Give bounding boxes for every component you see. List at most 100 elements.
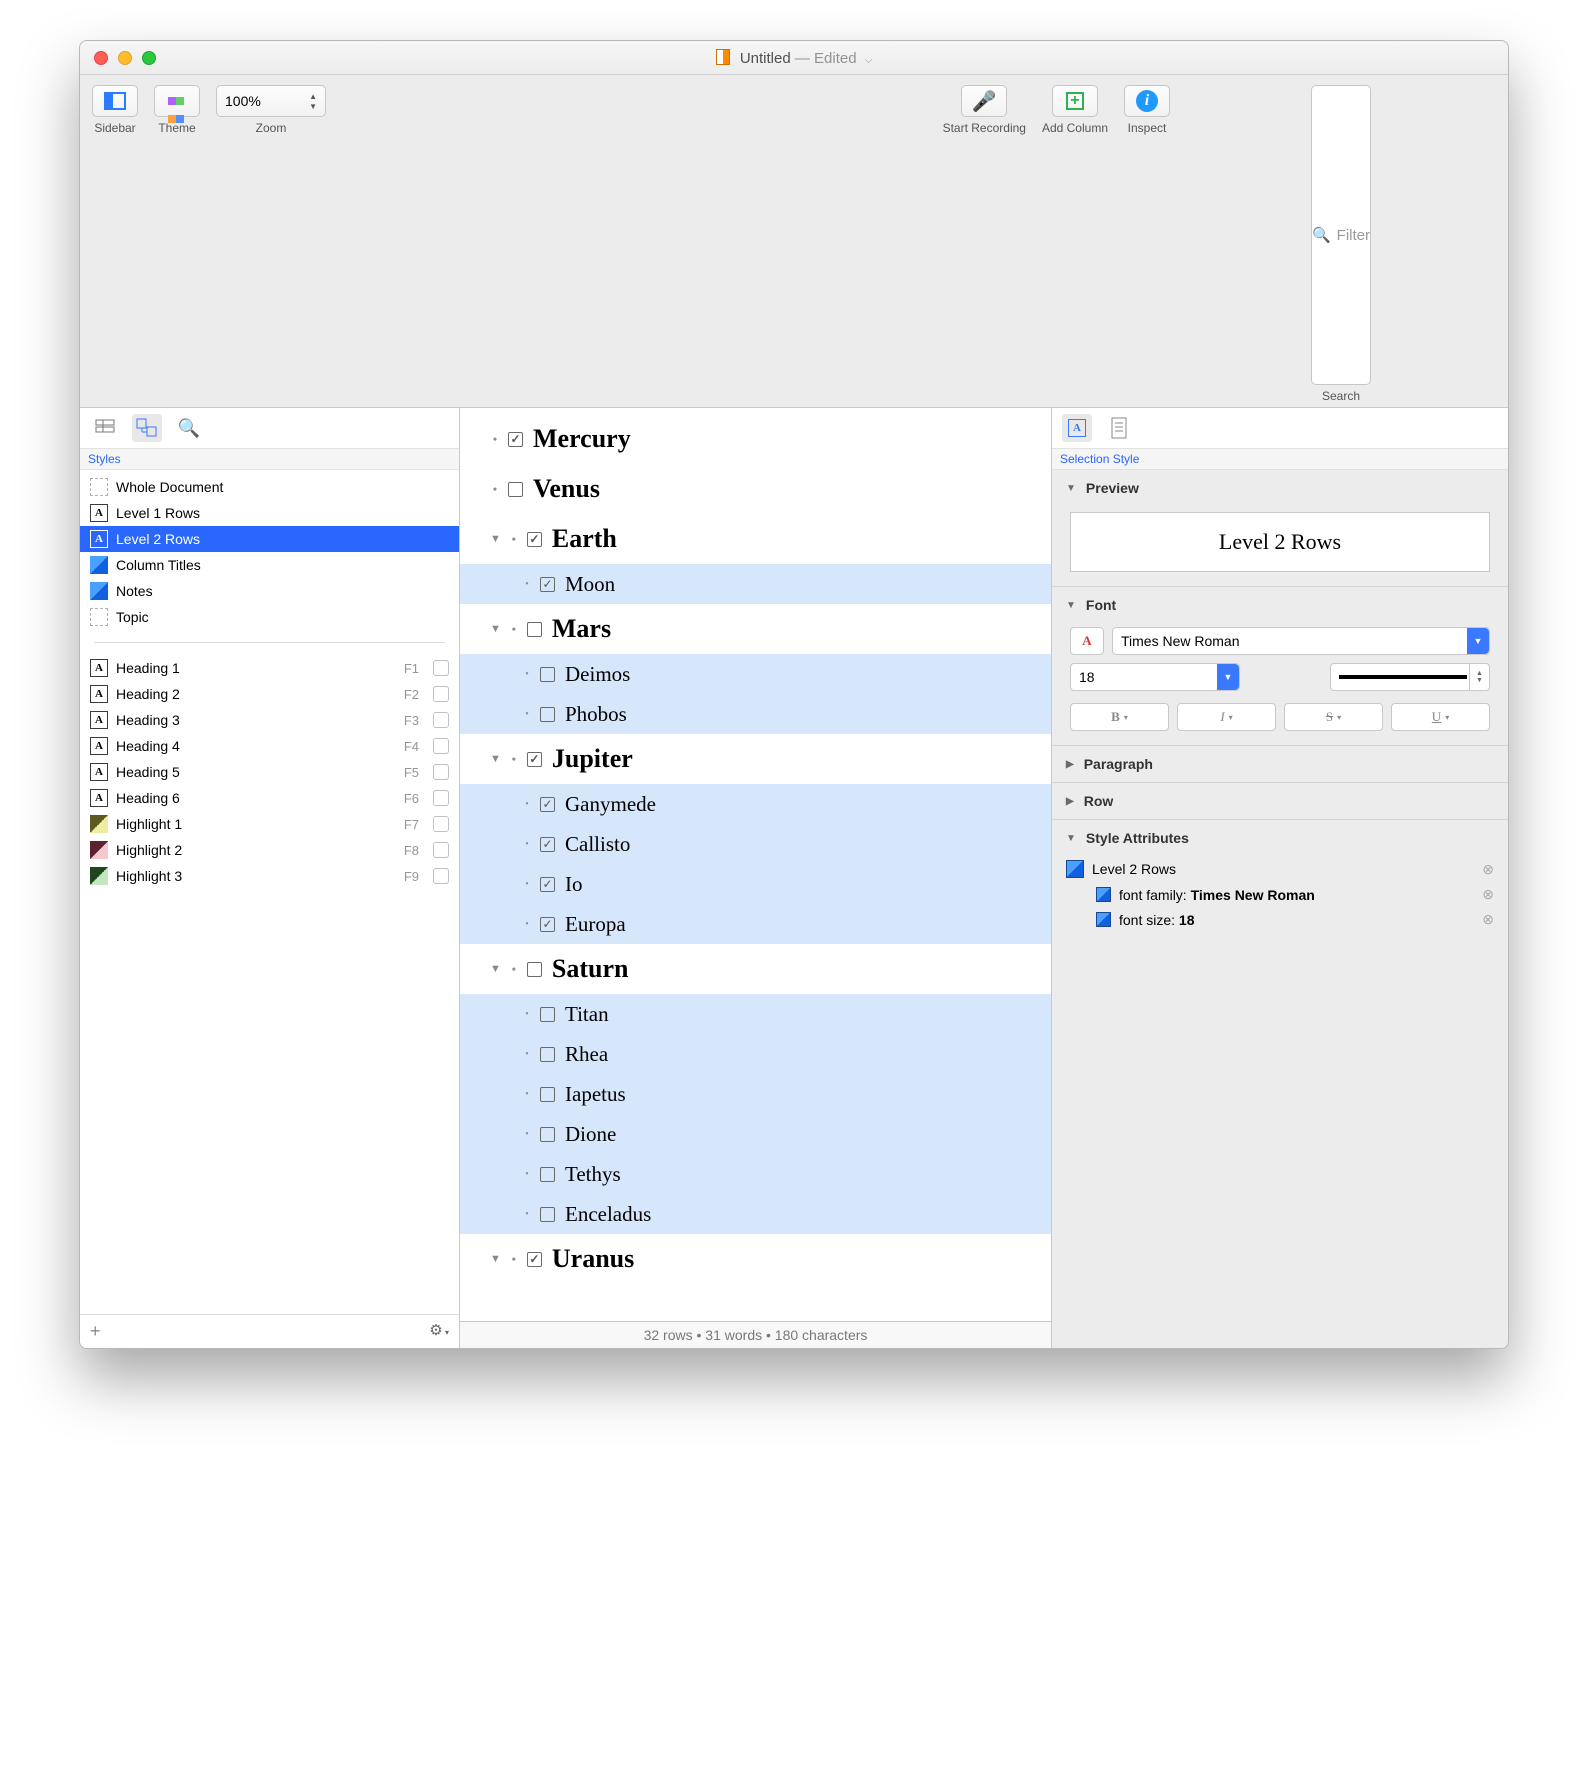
sidebar-toggle-button[interactable]: [92, 85, 138, 117]
outline-row[interactable]: • Phobos: [460, 694, 1051, 734]
remove-attr-icon[interactable]: ⊗: [1482, 886, 1494, 903]
row-handle-icon[interactable]: •: [522, 1169, 532, 1180]
row-handle-icon[interactable]: •: [490, 432, 500, 447]
status-checkbox[interactable]: [540, 1047, 555, 1062]
row-text[interactable]: Enceladus: [565, 1202, 651, 1227]
attribute-style-name[interactable]: Level 2 Rows ⊗: [1052, 856, 1508, 882]
status-checkbox[interactable]: [540, 837, 555, 852]
sidebar-tab-styles-icon[interactable]: [132, 414, 162, 442]
row-handle-icon[interactable]: •: [509, 532, 519, 547]
apply-checkbox[interactable]: [433, 868, 449, 884]
named-style-heading-5[interactable]: AHeading 5F5: [80, 759, 459, 785]
strikethrough-button[interactable]: S▾: [1284, 703, 1383, 731]
row-text[interactable]: Callisto: [565, 832, 630, 857]
named-style-heading-3[interactable]: AHeading 3F3: [80, 707, 459, 733]
style-row-column-titles[interactable]: Column Titles: [80, 552, 459, 578]
disclosure-triangle-icon[interactable]: ▼: [490, 1253, 501, 1265]
style-row-level-2-rows[interactable]: ALevel 2 Rows: [80, 526, 459, 552]
row-handle-icon[interactable]: •: [490, 482, 500, 497]
apply-checkbox[interactable]: [433, 712, 449, 728]
add-style-button[interactable]: +: [90, 1321, 101, 1342]
status-checkbox[interactable]: [540, 1207, 555, 1222]
outline-row[interactable]: ▼•Mars: [460, 604, 1051, 654]
status-checkbox[interactable]: [540, 1087, 555, 1102]
zoom-select[interactable]: 100% ▲▼: [216, 85, 326, 117]
status-checkbox[interactable]: [527, 962, 542, 977]
status-checkbox[interactable]: [540, 917, 555, 932]
status-checkbox[interactable]: [527, 532, 542, 547]
outline-row[interactable]: • Moon: [460, 564, 1051, 604]
row-text[interactable]: Mars: [552, 614, 611, 644]
apply-checkbox[interactable]: [433, 790, 449, 806]
font-family-select[interactable]: Times New Roman ▼: [1112, 627, 1490, 655]
row-handle-icon[interactable]: •: [522, 1209, 532, 1220]
style-row-notes[interactable]: Notes: [80, 578, 459, 604]
row-handle-icon[interactable]: •: [522, 669, 532, 680]
named-style-heading-2[interactable]: AHeading 2F2: [80, 681, 459, 707]
status-checkbox[interactable]: [540, 577, 555, 592]
search-field[interactable]: 🔍 Filter: [1311, 85, 1371, 385]
row-handle-icon[interactable]: •: [509, 752, 519, 767]
named-style-heading-6[interactable]: AHeading 6F6: [80, 785, 459, 811]
outline-row[interactable]: ▼ • Earth: [460, 514, 1051, 564]
inspector-tab-document[interactable]: [1104, 414, 1134, 442]
row-text[interactable]: Earth: [552, 524, 617, 554]
outline-row[interactable]: •Venus: [460, 464, 1051, 514]
text-color-select[interactable]: ▲▼: [1330, 663, 1490, 691]
status-checkbox[interactable]: [540, 1167, 555, 1182]
italic-button[interactable]: I▾: [1177, 703, 1276, 731]
row-handle-icon[interactable]: •: [522, 919, 532, 930]
status-checkbox[interactable]: [540, 667, 555, 682]
outline-row[interactable]: •Callisto: [460, 824, 1051, 864]
row-handle-icon[interactable]: •: [522, 1009, 532, 1020]
bold-button[interactable]: B▾: [1070, 703, 1169, 731]
disclosure-triangle-icon[interactable]: ▼: [490, 963, 501, 975]
disclosure-triangle-icon[interactable]: ▼: [490, 533, 501, 545]
apply-checkbox[interactable]: [433, 686, 449, 702]
row-handle-icon[interactable]: •: [522, 799, 532, 810]
named-style-heading-4[interactable]: AHeading 4F4: [80, 733, 459, 759]
section-paragraph[interactable]: ▶ Paragraph: [1052, 746, 1508, 782]
section-attributes[interactable]: ▼ Style Attributes: [1052, 820, 1508, 856]
apply-checkbox[interactable]: [433, 738, 449, 754]
apply-checkbox[interactable]: [433, 764, 449, 780]
row-handle-icon[interactable]: •: [522, 1049, 532, 1060]
row-text[interactable]: Uranus: [552, 1244, 634, 1274]
outline-row[interactable]: • Titan: [460, 994, 1051, 1034]
status-checkbox[interactable]: [540, 1127, 555, 1142]
row-text[interactable]: Moon: [565, 572, 615, 597]
section-font[interactable]: ▼ Font: [1052, 587, 1508, 623]
outline-row[interactable]: ▼ • Uranus: [460, 1234, 1051, 1284]
row-text[interactable]: Titan: [565, 1002, 609, 1027]
outline-row[interactable]: •Tethys: [460, 1154, 1051, 1194]
close-window[interactable]: [94, 51, 108, 65]
row-text[interactable]: Phobos: [565, 702, 627, 727]
status-checkbox[interactable]: [508, 432, 523, 447]
chevron-down-icon[interactable]: ⌵: [865, 55, 873, 66]
outline-row[interactable]: •Mercury: [460, 414, 1051, 464]
outline-row[interactable]: •Rhea: [460, 1034, 1051, 1074]
named-style-highlight-2[interactable]: Highlight 2F8: [80, 837, 459, 863]
row-handle-icon[interactable]: •: [522, 879, 532, 890]
row-handle-icon[interactable]: •: [522, 709, 532, 720]
outline-row[interactable]: •Dione: [460, 1114, 1051, 1154]
row-handle-icon[interactable]: •: [522, 1129, 532, 1140]
apply-checkbox[interactable]: [433, 816, 449, 832]
outline-row[interactable]: ▼•Saturn: [460, 944, 1051, 994]
status-checkbox[interactable]: [540, 707, 555, 722]
row-handle-icon[interactable]: •: [522, 579, 532, 590]
outline-row[interactable]: • Ganymede: [460, 784, 1051, 824]
row-text[interactable]: Ganymede: [565, 792, 656, 817]
inspect-button[interactable]: i: [1124, 85, 1170, 117]
remove-attr-icon[interactable]: ⊗: [1482, 861, 1494, 878]
status-checkbox[interactable]: [540, 877, 555, 892]
status-checkbox[interactable]: [527, 1252, 542, 1267]
row-text[interactable]: Jupiter: [552, 744, 633, 774]
named-style-highlight-3[interactable]: Highlight 3F9: [80, 863, 459, 889]
section-row[interactable]: ▶ Row: [1052, 783, 1508, 819]
inspector-tab-selection[interactable]: A: [1062, 414, 1092, 442]
style-row-level-1-rows[interactable]: ALevel 1 Rows: [80, 500, 459, 526]
row-handle-icon[interactable]: •: [509, 1252, 519, 1267]
start-recording-button[interactable]: 🎤: [961, 85, 1007, 117]
status-checkbox[interactable]: [527, 622, 542, 637]
